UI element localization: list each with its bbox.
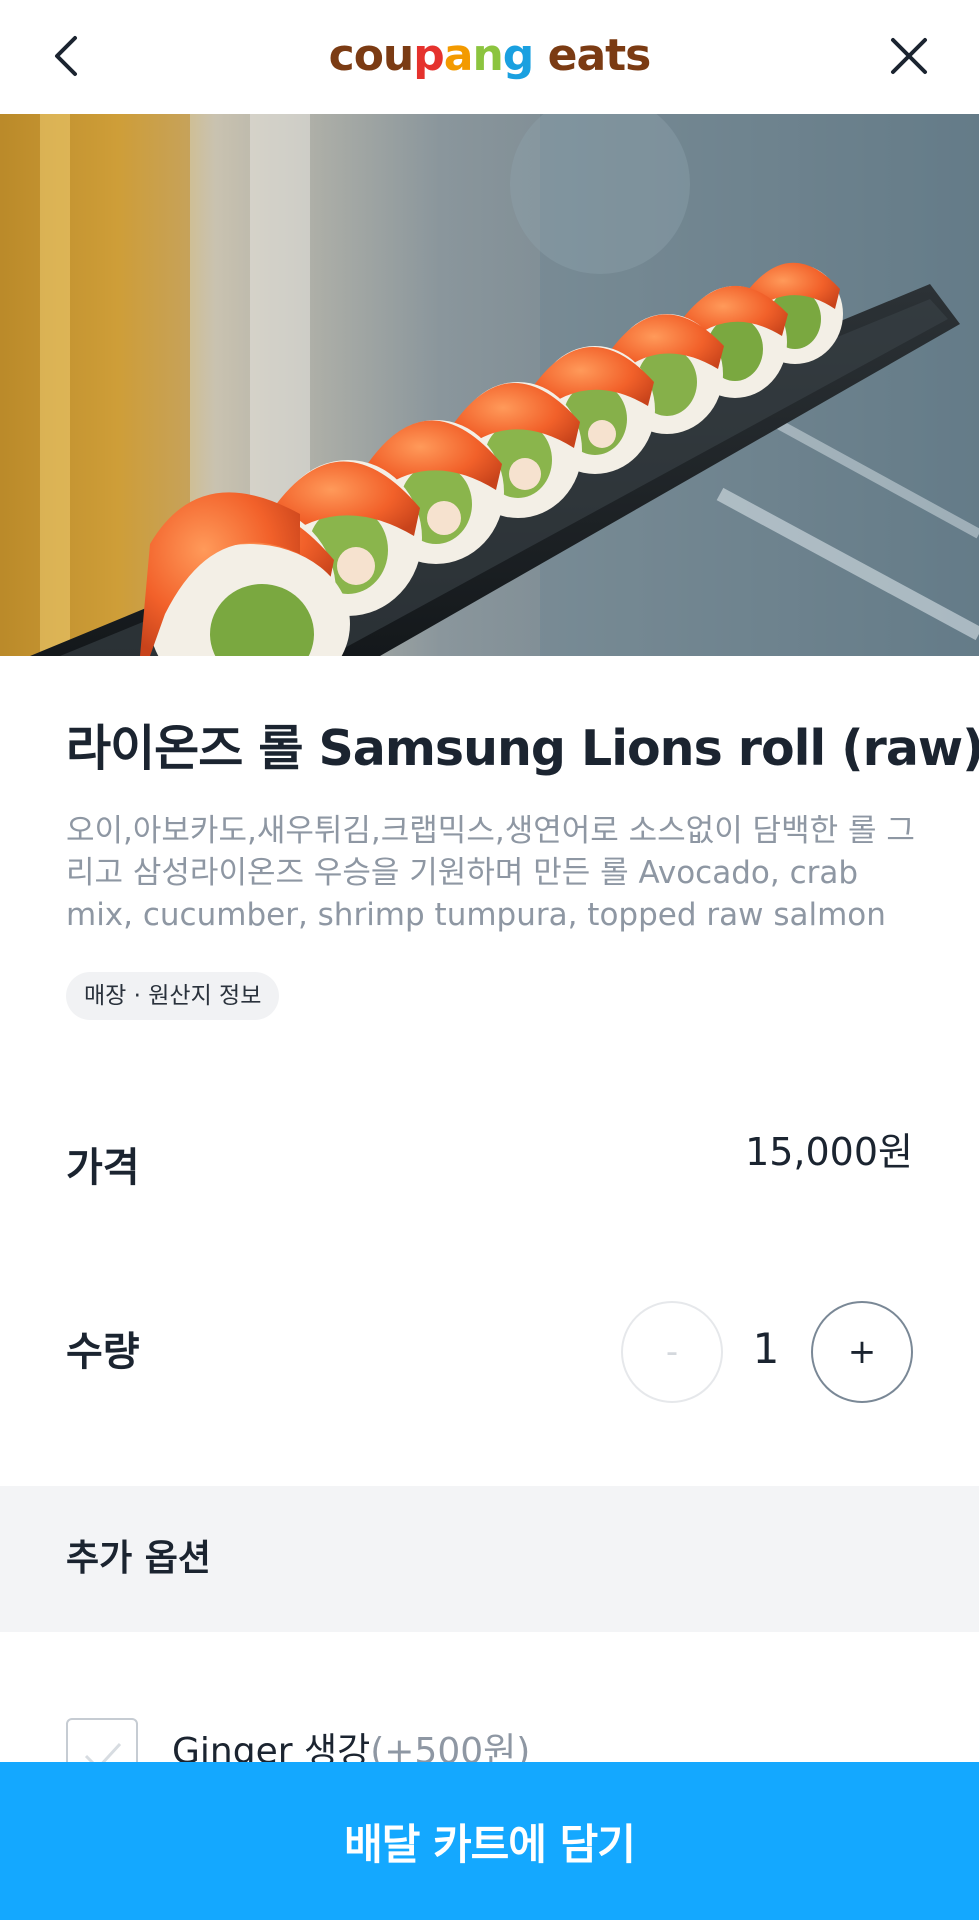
additional-options-title: 추가 옵션 <box>66 1538 212 1579</box>
quantity-value: 1 <box>752 1324 780 1373</box>
plus-icon: + <box>847 1332 877 1372</box>
store-origin-info-chip[interactable]: 매장 · 원산지 정보 <box>66 972 280 1020</box>
price-label: 가격 <box>66 1145 140 1191</box>
logo-part: cou <box>328 30 415 81</box>
sushi-roll-image <box>0 114 979 656</box>
quantity-increase-button[interactable]: + <box>811 1301 913 1403</box>
logo-part: p <box>413 30 444 81</box>
add-to-delivery-cart-button[interactable]: 배달 카트에 담기 <box>0 1762 979 1920</box>
menu-item-photo <box>0 114 979 656</box>
additional-options-header: 추가 옵션 <box>0 1486 979 1632</box>
top-bar: coupang eats <box>0 0 979 114</box>
logo-part: eats <box>533 30 652 81</box>
logo-part: a <box>443 30 474 81</box>
logo-part: n <box>472 30 503 81</box>
close-button[interactable] <box>883 30 935 82</box>
price-value: 15,000원 <box>745 1130 913 1174</box>
menu-item-description: 오이,아보카도,새우튀김,크랩믹스,생연어로 소스없이 담백한 롤 그리고 삼성… <box>66 813 915 933</box>
add-to-cart-label: 배달 카트에 담기 <box>344 1819 636 1869</box>
close-icon <box>891 38 927 74</box>
quantity-label: 수량 <box>66 1329 140 1375</box>
quantity-decrease-button[interactable]: - <box>621 1301 723 1403</box>
logo-part: g <box>502 30 534 81</box>
minus-icon: - <box>665 1332 679 1372</box>
menu-item-title: 라이온즈 롤 Samsung Lions roll (raw) <box>66 720 979 777</box>
coupang-eats-logo: coupang eats <box>0 26 979 86</box>
